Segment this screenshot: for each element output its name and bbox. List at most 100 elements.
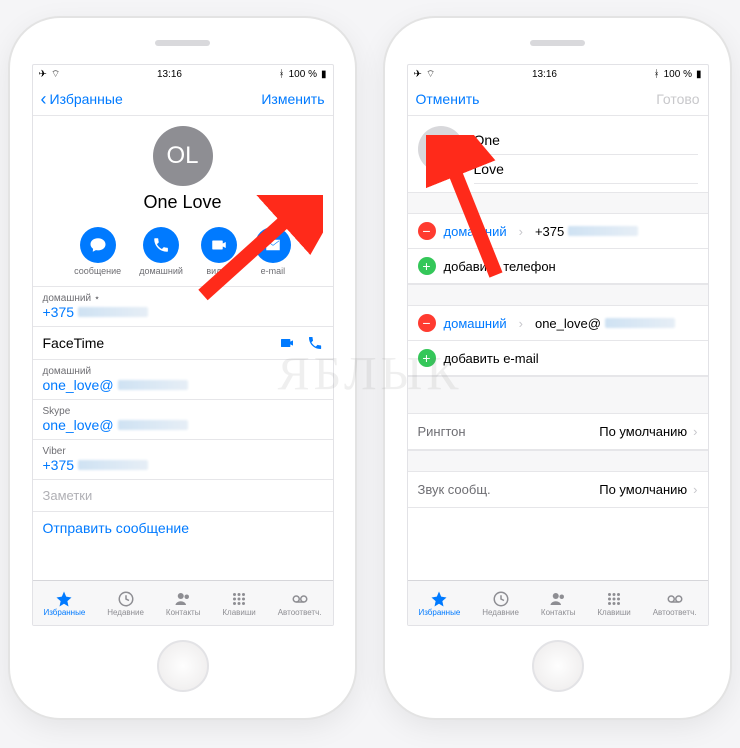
redacted <box>118 420 188 430</box>
avatar[interactable]: OL <box>153 126 213 186</box>
clock-icon <box>116 590 136 608</box>
edit-button[interactable]: Изменить <box>261 91 324 107</box>
battery-icon: ▮ <box>696 69 702 80</box>
home-button[interactable] <box>157 640 209 692</box>
keypad-icon <box>604 590 624 608</box>
status-bar: ✈ ⌔ 13:16 ᚼ 100 % ▮ <box>33 65 333 83</box>
keypad-icon <box>229 590 249 608</box>
texttone-row[interactable]: Звук сообщ. По умолчанию › <box>408 472 708 508</box>
email-button[interactable]: e-mail <box>255 227 291 276</box>
first-name-field[interactable]: One <box>474 126 698 155</box>
chevron-right-icon: › <box>693 424 697 439</box>
last-name-field[interactable]: Love <box>474 155 698 184</box>
status-time: 13:16 <box>157 69 182 80</box>
navbar: ‹ Избранные Изменить <box>33 83 333 116</box>
status-bar: ✈ ⌔ 13:16 ᚼ 100 % ▮ <box>408 65 708 83</box>
add-photo-button[interactable]: фото <box>418 126 464 172</box>
send-message-button[interactable]: Отправить сообщение <box>33 512 333 544</box>
speaker-slot <box>155 40 210 46</box>
tab-voicemail[interactable]: Автоответч. <box>653 590 697 617</box>
tab-voicemail[interactable]: Автоответч. <box>278 590 322 617</box>
voicemail-icon <box>290 590 310 608</box>
tab-keypad[interactable]: Клавиши <box>222 590 255 617</box>
tab-favorites[interactable]: Избранные <box>418 590 460 617</box>
contact-header: OL One Love <box>33 116 333 219</box>
message-button[interactable]: сообщение <box>74 227 121 276</box>
tab-contacts[interactable]: Контакты <box>541 590 576 617</box>
star-icon <box>429 590 449 608</box>
redacted <box>568 226 638 236</box>
delete-phone-icon[interactable]: − <box>418 222 436 240</box>
viber-block[interactable]: Viber +375 <box>33 440 333 480</box>
contact-name: One Love <box>33 192 333 213</box>
add-email-row[interactable]: + добавить e-mail <box>408 341 708 376</box>
airplane-icon: ✈ <box>39 69 47 80</box>
screen-contact-card: ✈ ⌔ 13:16 ᚼ 100 % ▮ ‹ Избранные Изменить… <box>32 64 334 626</box>
wifi-icon: ⌔ <box>51 68 60 81</box>
airplane-icon: ✈ <box>414 69 422 80</box>
edit-header: фото One Love <box>408 116 708 192</box>
company-field[interactable] <box>474 184 698 188</box>
phone-block[interactable]: домашний ⋆ +375 <box>33 287 333 327</box>
navbar-edit: Отменить Готово <box>408 83 708 116</box>
section-gap <box>408 192 708 214</box>
battery-text: 100 % <box>664 69 692 80</box>
facetime-audio-icon[interactable] <box>307 335 323 351</box>
phone-icon <box>152 236 170 254</box>
facetime-video-icon[interactable] <box>279 335 295 351</box>
chevron-right-icon: › <box>515 224 527 239</box>
tabbar: Избранные Недавние Контакты Клавиши Авто… <box>408 580 708 625</box>
iphone-left: ✈ ⌔ 13:16 ᚼ 100 % ▮ ‹ Избранные Изменить… <box>10 18 355 718</box>
email-edit-row[interactable]: − домашний › one_love@ <box>408 306 708 341</box>
add-phone-icon: + <box>418 257 436 275</box>
section-gap <box>408 376 708 414</box>
tab-recents[interactable]: Недавние <box>107 590 144 617</box>
redacted <box>78 460 148 470</box>
bluetooth-icon: ᚼ <box>654 69 660 80</box>
contacts-icon <box>173 590 193 608</box>
tab-keypad[interactable]: Клавиши <box>597 590 630 617</box>
chevron-right-icon: › <box>515 316 527 331</box>
add-phone-row[interactable]: + добавить телефон <box>408 249 708 284</box>
tab-recents[interactable]: Недавние <box>482 590 519 617</box>
speaker-slot <box>530 40 585 46</box>
tabbar: Избранные Недавние Контакты Клавиши Авто… <box>33 580 333 625</box>
voicemail-icon <box>665 590 685 608</box>
wifi-icon: ⌔ <box>426 68 435 81</box>
bluetooth-icon: ᚼ <box>279 69 285 80</box>
contacts-icon <box>548 590 568 608</box>
section-gap <box>408 450 708 472</box>
status-time: 13:16 <box>532 69 557 80</box>
iphone-right: ✈ ⌔ 13:16 ᚼ 100 % ▮ Отменить Готово фото <box>385 18 730 718</box>
back-label: Избранные <box>50 91 123 107</box>
email-label-picker[interactable]: домашний <box>444 316 507 331</box>
battery-icon: ▮ <box>321 69 327 80</box>
ringtone-row[interactable]: Рингтон По умолчанию › <box>408 414 708 450</box>
phone-label-picker[interactable]: домашний <box>444 224 507 239</box>
mail-icon <box>264 236 282 254</box>
email-block[interactable]: домашний one_love@ <box>33 360 333 400</box>
done-button[interactable]: Готово <box>656 91 699 107</box>
skype-block[interactable]: Skype one_love@ <box>33 400 333 440</box>
back-button[interactable]: ‹ Избранные <box>41 91 123 107</box>
message-icon <box>89 236 107 254</box>
redacted <box>605 318 675 328</box>
call-button[interactable]: домашний <box>139 227 183 276</box>
delete-email-icon[interactable]: − <box>418 314 436 332</box>
phone-edit-row[interactable]: − домашний › +375 <box>408 214 708 249</box>
cancel-button[interactable]: Отменить <box>416 91 480 107</box>
tab-contacts[interactable]: Контакты <box>166 590 201 617</box>
chevron-right-icon: › <box>693 482 697 497</box>
video-button[interactable]: видео <box>201 227 237 276</box>
battery-text: 100 % <box>289 69 317 80</box>
notes-field[interactable]: Заметки <box>33 480 333 512</box>
action-row: сообщение домашний видео e-mail <box>33 219 333 287</box>
video-icon <box>210 236 228 254</box>
add-email-icon: + <box>418 349 436 367</box>
redacted <box>78 307 148 317</box>
section-gap <box>408 284 708 306</box>
facetime-row[interactable]: FaceTime <box>33 327 333 360</box>
tab-favorites[interactable]: Избранные <box>43 590 85 617</box>
star-icon <box>54 590 74 608</box>
home-button[interactable] <box>532 640 584 692</box>
